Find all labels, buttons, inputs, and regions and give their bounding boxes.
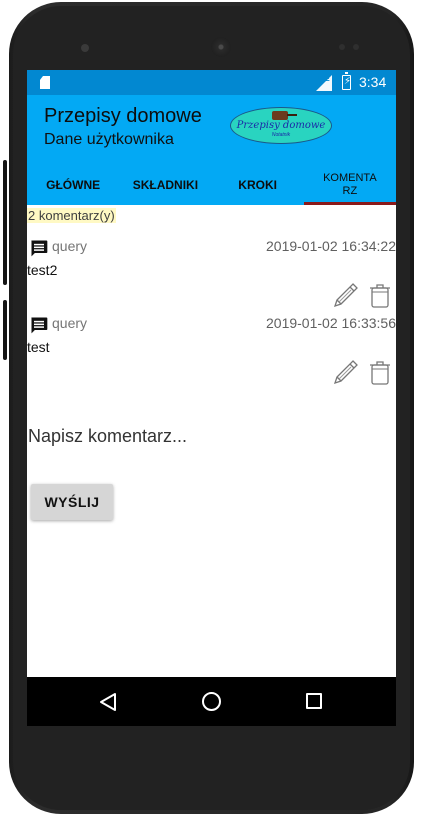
tab-steps[interactable]: KROKI (212, 161, 304, 205)
recents-icon[interactable] (306, 693, 322, 709)
app-title: Przepisy domowe (44, 105, 202, 127)
new-comment-input[interactable] (27, 422, 396, 450)
back-icon[interactable] (99, 692, 117, 712)
logo-text: Przepisy domowe (236, 120, 326, 131)
app-bar: Przepisy domowe Dane użytkownika Przepis… (27, 95, 396, 205)
earpiece-speaker (211, 37, 231, 57)
status-time: 3:34 (359, 74, 387, 90)
sd-card-icon (40, 76, 50, 89)
comment-icon (31, 317, 48, 334)
pencil-icon[interactable] (332, 281, 360, 309)
trash-icon[interactable] (369, 283, 391, 309)
tab-label: GŁÓWNE (46, 177, 101, 192)
app-screen: LTE ⚡ 3:34 Przepisy domowe Dane użytkown… (27, 70, 396, 726)
send-button[interactable]: WYŚLIJ (31, 484, 113, 520)
comments-count: 2 komentarz(y) (27, 208, 116, 223)
tab-ingredients[interactable]: SKŁADNIKI (119, 161, 211, 205)
proximity-sensor (339, 44, 345, 50)
comment-date: 2019-01-02 16:33:56 (266, 315, 396, 331)
battery-icon: ⚡ (342, 72, 351, 90)
comment-text: test (27, 339, 50, 355)
power-button (3, 300, 7, 360)
light-sensor (353, 44, 359, 50)
comment-author: query (52, 315, 88, 331)
tab-label: KOMENTARZ (323, 172, 377, 197)
pot-icon (272, 111, 297, 120)
tab-label: SKŁADNIKI (132, 177, 199, 192)
network-type-label: LTE (317, 76, 330, 83)
trash-icon[interactable] (369, 360, 391, 386)
home-icon[interactable] (202, 692, 221, 711)
front-camera (81, 44, 89, 52)
pencil-icon[interactable] (332, 358, 360, 386)
comment-text: test2 (27, 262, 58, 278)
tab-main[interactable]: GŁÓWNE (27, 161, 119, 205)
comment-date: 2019-01-02 16:34:22 (266, 238, 396, 254)
tab-bar: GŁÓWNE SKŁADNIKI KROKI KOMENTARZ (27, 161, 396, 205)
tab-label: KROKI (238, 177, 277, 192)
comment-icon (31, 240, 48, 257)
logo-subtext: Notatnik (271, 132, 291, 138)
comment-author: query (52, 238, 88, 254)
tab-comments[interactable]: KOMENTARZ (303, 161, 396, 205)
app-subtitle: Dane użytkownika (44, 131, 174, 148)
app-logo: Przepisy domowe Notatnik (230, 107, 332, 144)
comment-item: query 2019-01-02 16:34:22 test2 (27, 235, 396, 313)
comment-item: query 2019-01-02 16:33:56 test (27, 312, 396, 390)
status-bar: LTE ⚡ 3:34 (27, 70, 396, 95)
volume-button (3, 160, 7, 285)
system-nav-bar (27, 677, 396, 726)
